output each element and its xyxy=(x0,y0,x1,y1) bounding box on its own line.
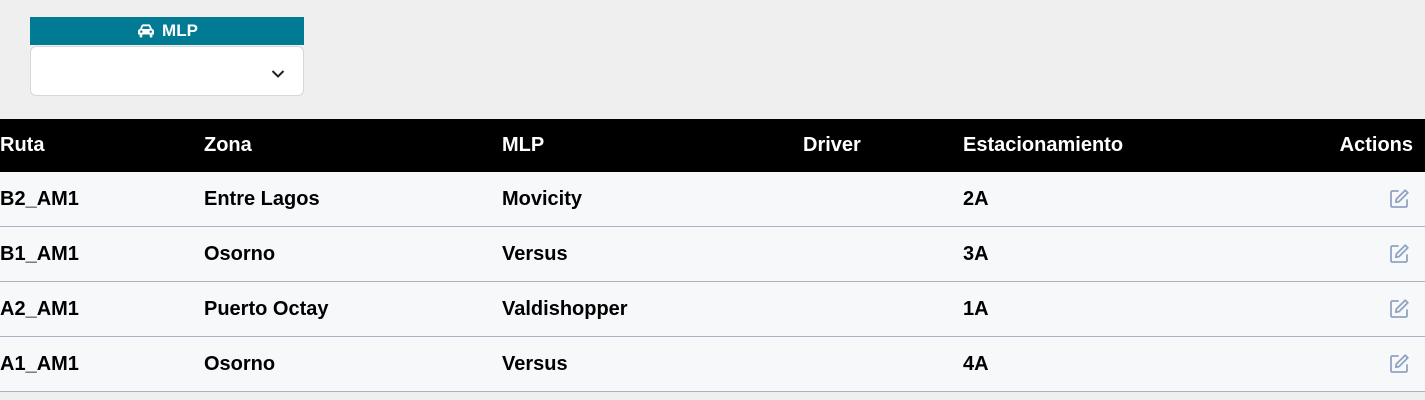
chevron-down-icon xyxy=(271,66,285,78)
edit-icon[interactable] xyxy=(1388,243,1410,265)
cell-actions xyxy=(1293,281,1425,337)
cell-estacionamiento: 3A xyxy=(963,226,1293,282)
column-header-actions: Actions xyxy=(1293,119,1425,172)
column-header-mlp[interactable]: MLP xyxy=(502,119,803,172)
cell-ruta: A1_AM1 xyxy=(0,336,204,392)
cell-actions xyxy=(1293,226,1425,282)
edit-icon[interactable] xyxy=(1388,188,1410,210)
cell-zona: Puerto Octay xyxy=(204,281,502,337)
table-row: B2_AM1 Entre Lagos Movicity 2A xyxy=(0,172,1425,227)
table-row: A2_AM1 Puerto Octay Valdishopper 1A xyxy=(0,281,1425,337)
cell-zona: Osorno xyxy=(204,226,502,282)
cell-driver xyxy=(803,226,963,282)
mlp-filter-label: MLP xyxy=(162,21,198,40)
column-header-driver[interactable]: Driver xyxy=(803,119,963,172)
cell-driver xyxy=(803,336,963,392)
table-header-row: Ruta Zona MLP Driver Estacionamiento Act… xyxy=(0,119,1425,172)
cell-estacionamiento: 2A xyxy=(963,172,1293,227)
column-header-ruta[interactable]: Ruta xyxy=(0,119,204,172)
cell-mlp: Versus xyxy=(502,226,803,282)
car-icon xyxy=(136,23,156,39)
cell-ruta: B1_AM1 xyxy=(0,226,204,282)
routes-table: Ruta Zona MLP Driver Estacionamiento Act… xyxy=(0,119,1425,392)
cell-actions xyxy=(1293,336,1425,392)
mlp-filter: MLP xyxy=(30,17,304,96)
cell-ruta: A2_AM1 xyxy=(0,281,204,337)
cell-driver xyxy=(803,172,963,227)
table-row: B1_AM1 Osorno Versus 3A xyxy=(0,226,1425,282)
mlp-select[interactable] xyxy=(30,46,304,96)
cell-mlp: Versus xyxy=(502,336,803,392)
cell-estacionamiento: 1A xyxy=(963,281,1293,337)
cell-zona: Entre Lagos xyxy=(204,172,502,227)
cell-actions xyxy=(1293,172,1425,227)
table-row: A1_AM1 Osorno Versus 4A xyxy=(0,336,1425,392)
mlp-filter-header: MLP xyxy=(30,17,304,45)
cell-zona: Osorno xyxy=(204,336,502,392)
cell-driver xyxy=(803,281,963,337)
column-header-estacionamiento[interactable]: Estacionamiento xyxy=(963,119,1293,172)
edit-icon[interactable] xyxy=(1388,353,1410,375)
edit-icon[interactable] xyxy=(1388,298,1410,320)
cell-ruta: B2_AM1 xyxy=(0,172,204,227)
cell-estacionamiento: 4A xyxy=(963,336,1293,392)
cell-mlp: Movicity xyxy=(502,172,803,227)
column-header-zona[interactable]: Zona xyxy=(204,119,502,172)
cell-mlp: Valdishopper xyxy=(502,281,803,337)
